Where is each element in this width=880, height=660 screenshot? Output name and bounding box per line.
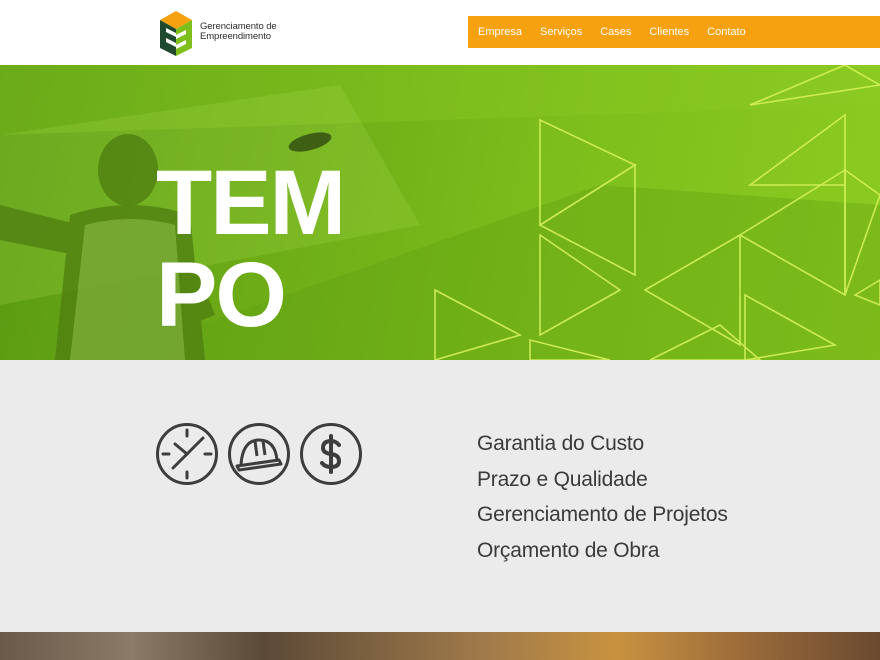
next-section-image — [0, 632, 880, 660]
hero-banner: TEM PO — [0, 65, 880, 360]
feature-item-orcamento-obra: Orçamento de Obra — [477, 538, 660, 562]
feature-item-garantia-custo: Garantia do Custo — [477, 432, 645, 455]
site-header: Gerenciamento de Empreendimento Empresa … — [0, 0, 880, 65]
hero-title: TEM PO — [156, 152, 346, 346]
nav-item-servicos[interactable]: Serviços — [540, 26, 582, 38]
feature-item-gerenciamento-projetos: Gerenciamento de Projetos — [477, 503, 728, 526]
dollar-icon — [300, 423, 362, 485]
brand-logo[interactable]: Gerenciamento de Empreendimento — [158, 8, 278, 56]
hero-title-line2: PO — [156, 244, 287, 346]
hard-hat-icon — [228, 423, 290, 485]
hero-title-line1: TEM — [156, 152, 346, 254]
nav-item-clientes[interactable]: Clientes — [649, 26, 689, 38]
logo-text-line2: Empreendimento — [200, 31, 271, 42]
hero-background-image — [0, 65, 880, 360]
features-section: Garantia do Custo Prazo e Qualidade Gere… — [0, 360, 880, 632]
main-nav: Empresa Serviços Cases Clientes Contato — [468, 16, 880, 48]
nav-item-empresa[interactable]: Empresa — [478, 26, 522, 38]
feature-list: Garantia do Custo Prazo e Qualidade Gere… — [477, 426, 728, 568]
logo-mark-icon — [158, 8, 194, 56]
nav-item-cases[interactable]: Cases — [600, 26, 631, 38]
logo-text: Gerenciamento de Empreendimento — [200, 22, 277, 42]
clock-icon — [156, 423, 218, 485]
feature-item-prazo-qualidade: Prazo e Qualidade — [477, 467, 648, 491]
nav-item-contato[interactable]: Contato — [707, 26, 746, 38]
